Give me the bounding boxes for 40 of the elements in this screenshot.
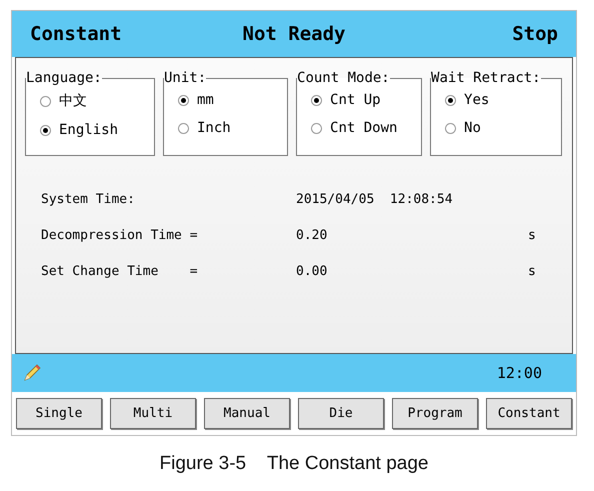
- setting-value[interactable]: 2015/04/05 12:08:54: [296, 192, 528, 207]
- nav-button[interactable]: Die: [298, 398, 384, 429]
- radio-button[interactable]: [40, 124, 51, 136]
- setting-value[interactable]: 0.00: [296, 264, 528, 279]
- clock-text: 12:00: [496, 364, 542, 382]
- figure-caption: Figure 3-5 The Constant page: [158, 453, 430, 475]
- state-text: Stop: [511, 23, 558, 45]
- option-label: mm: [196, 92, 214, 108]
- group-title: Wait Retract:: [431, 70, 541, 86]
- group-title: Language:: [26, 70, 102, 86]
- radio-button[interactable]: [311, 94, 322, 106]
- option-label: No: [464, 120, 481, 136]
- nav-button[interactable]: Single: [16, 398, 102, 429]
- setting-label: Decompression Time =: [41, 228, 199, 243]
- radio-button[interactable]: [445, 94, 456, 106]
- option-label: Inch: [196, 120, 231, 136]
- option-label: Yes: [464, 92, 490, 108]
- pencil-icon[interactable]: [22, 363, 42, 383]
- group-title: Unit:: [164, 70, 206, 86]
- unit-label: s: [528, 228, 537, 243]
- option-label: Cnt Down: [330, 120, 398, 136]
- radio-button[interactable]: [178, 122, 189, 134]
- group-title: Count Mode:: [297, 70, 390, 86]
- nav-button[interactable]: Program: [392, 398, 478, 429]
- setting-label: Set Change Time =: [41, 264, 199, 279]
- setting-label: System Time:: [41, 192, 136, 207]
- radio-button[interactable]: [311, 122, 322, 134]
- radio-button[interactable]: [178, 94, 189, 106]
- option-label: English: [59, 122, 118, 138]
- radio-button[interactable]: [40, 96, 51, 106]
- nav-button[interactable]: Manual: [204, 398, 290, 429]
- status-text: Not Ready: [242, 23, 346, 45]
- setting-value[interactable]: 0.20: [296, 228, 528, 243]
- option-label: Cnt Up: [330, 92, 381, 108]
- radio-button[interactable]: [445, 122, 456, 134]
- option-label: 中文: [59, 92, 87, 110]
- nav-button[interactable]: Multi: [110, 398, 196, 429]
- nav-button[interactable]: Constant: [486, 398, 572, 429]
- unit-label: s: [528, 264, 537, 279]
- mode-title: Constant: [30, 23, 123, 45]
